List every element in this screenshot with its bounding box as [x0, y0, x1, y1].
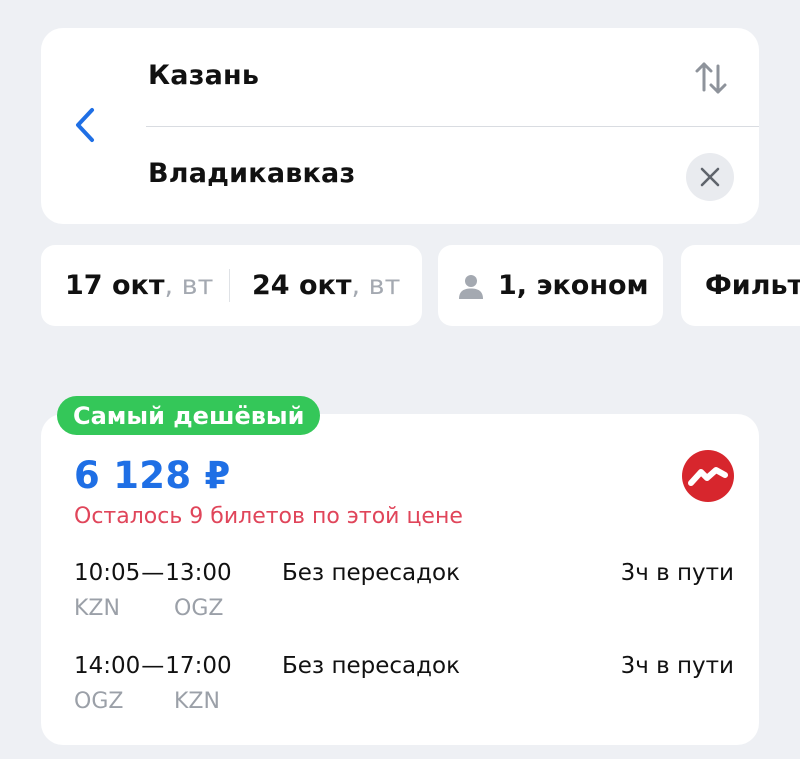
segment-return: 14:00—17:00 OGZ KZN Без пересадок 3ч в п…	[74, 653, 734, 717]
origin-field[interactable]: Казань	[148, 60, 259, 91]
time-dash: —	[141, 560, 165, 586]
departure-date-weekday: , вт	[164, 270, 214, 301]
clear-destination-button[interactable]	[686, 153, 734, 201]
swap-button[interactable]	[693, 58, 729, 98]
segment-stops: Без пересадок	[282, 560, 461, 586]
return-date-weekday: , вт	[351, 270, 401, 301]
departure-airport-code: OGZ	[74, 689, 124, 714]
departure-date-day: 17 окт	[65, 270, 165, 301]
search-results-screen: Казань Владикавказ 17 окт , вт 24 окт , …	[0, 0, 800, 759]
route-divider	[146, 126, 759, 127]
arrival-airport-code: KZN	[174, 689, 220, 714]
segment-times: 14:00—17:00	[74, 653, 232, 679]
swap-vertical-icon	[695, 62, 727, 94]
filters-chip[interactable]: Фильт	[681, 245, 800, 326]
segment-outbound: 10:05—13:00 KZN OGZ Без пересадок 3ч в п…	[74, 560, 734, 624]
offer-card[interactable]: 6 128 ₽ Осталось 9 билетов по этой цене …	[41, 414, 759, 745]
departure-time: 10:05	[74, 560, 141, 586]
dates-divider	[229, 269, 230, 302]
route-card: Казань Владикавказ	[41, 28, 759, 224]
segment-stops: Без пересадок	[282, 653, 461, 679]
return-date-day: 24 окт	[252, 270, 352, 301]
departure-time: 14:00	[74, 653, 141, 679]
dates-chip: 17 окт, вт 24 окт, вт	[41, 245, 422, 326]
cheapest-badge: Самый дешёвый	[57, 396, 321, 435]
departure-airport-code: KZN	[74, 596, 120, 621]
segment-duration: 3ч в пути	[620, 560, 734, 586]
arrival-time: 13:00	[165, 560, 232, 586]
return-date[interactable]: 24 окт, вт	[252, 245, 400, 326]
passengers-chip[interactable]: 1, эконом	[438, 245, 663, 326]
chevron-left-icon	[76, 108, 94, 142]
back-button[interactable]	[65, 100, 109, 150]
passengers-label: 1, эконом	[498, 270, 649, 301]
person-icon	[459, 274, 483, 299]
airline-logo-icon	[688, 467, 728, 486]
offer-price: 6 128 ₽	[74, 454, 231, 497]
close-icon	[700, 167, 720, 187]
destination-field[interactable]: Владикавказ	[148, 158, 355, 189]
arrival-airport-code: OGZ	[174, 596, 224, 621]
segment-times: 10:05—13:00	[74, 560, 232, 586]
arrival-time: 17:00	[165, 653, 232, 679]
time-dash: —	[141, 653, 165, 679]
departure-date[interactable]: 17 окт, вт	[41, 245, 229, 326]
filters-label: Фильт	[705, 270, 800, 301]
airline-logo	[682, 450, 734, 502]
seats-left-notice: Осталось 9 билетов по этой цене	[74, 504, 463, 529]
segment-duration: 3ч в пути	[620, 653, 734, 679]
